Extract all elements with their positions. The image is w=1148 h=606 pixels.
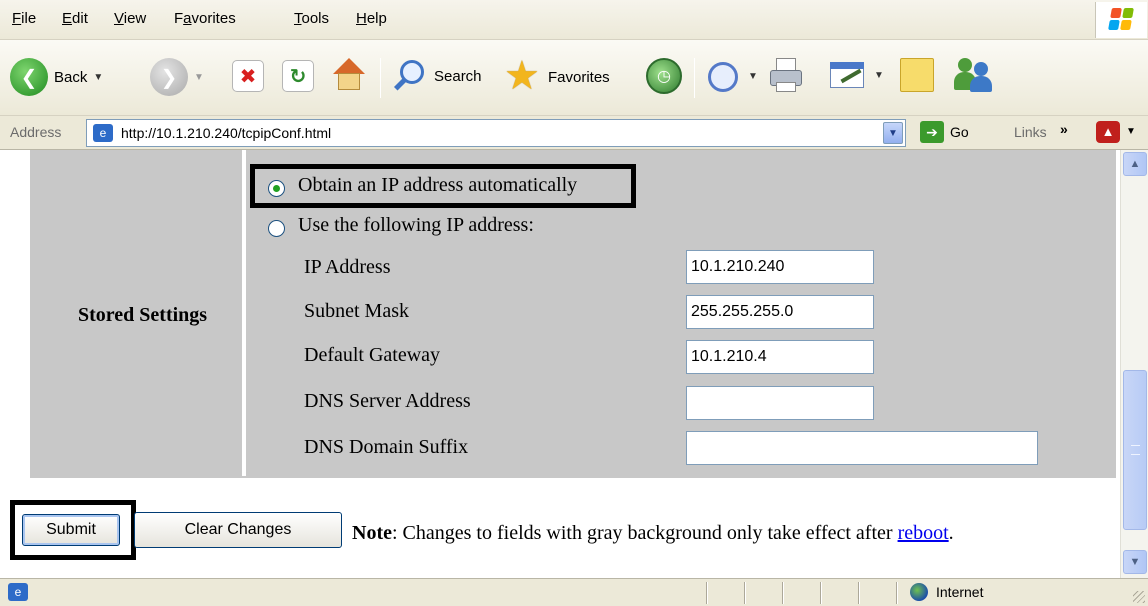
back-button[interactable]: ❮ Back ▼ [10, 58, 103, 96]
ie-page-icon: e [93, 124, 113, 142]
refresh-button[interactable]: ↻ [282, 60, 314, 92]
refresh-icon: ↻ [282, 60, 314, 92]
home-button[interactable] [330, 56, 368, 94]
globe-icon [910, 583, 928, 601]
printer-icon [768, 58, 806, 94]
mail-icon [706, 58, 742, 94]
dns-suffix-label: DNS Domain Suffix [304, 436, 469, 458]
subnet-mask-label: Subnet Mask [304, 300, 409, 322]
default-gateway-input[interactable] [686, 340, 874, 374]
discuss-button[interactable] [900, 58, 934, 92]
note-icon [900, 58, 934, 92]
radio-manual-label[interactable]: Use the following IP address: [298, 214, 534, 237]
chevron-right-icon[interactable]: » [1060, 121, 1068, 137]
reboot-link[interactable]: reboot [898, 522, 949, 544]
forward-button[interactable]: ❯ ▼ [150, 58, 204, 96]
default-gateway-label: Default Gateway [304, 344, 441, 366]
note-body: : Changes to fields with gray background… [391, 522, 898, 544]
menu-file[interactable]: File [12, 10, 36, 27]
page-content: Stored Settings Obtain an IP address aut… [0, 150, 1120, 578]
favorites-label: Favorites [548, 68, 610, 86]
dns-server-label: DNS Server Address [304, 390, 471, 412]
address-bar: Address e http://10.1.210.240/tcpipConf.… [0, 116, 1148, 150]
acrobat-dropdown-icon[interactable]: ▼ [1126, 126, 1136, 137]
back-label: Back [54, 68, 88, 86]
submit-button[interactable]: Submit [22, 514, 120, 546]
print-button[interactable] [768, 58, 806, 94]
ip-address-input[interactable] [686, 250, 874, 284]
dns-suffix-input[interactable] [686, 431, 1038, 465]
address-input[interactable]: e http://10.1.210.240/tcpipConf.html ▼ [86, 119, 906, 147]
stop-button[interactable]: ✖ [232, 60, 264, 92]
address-dropdown-icon[interactable]: ▼ [883, 122, 903, 144]
forward-arrow-icon: ❯ [150, 58, 188, 96]
back-arrow-icon: ❮ [10, 58, 48, 96]
history-button[interactable]: ◷ [646, 58, 682, 94]
subnet-mask-input[interactable] [686, 295, 874, 329]
history-clock-icon: ◷ [646, 58, 682, 94]
star-icon: ★ [504, 54, 540, 98]
edit-page-icon [828, 58, 868, 92]
menu-tools[interactable]: Tools [294, 10, 329, 27]
forward-dropdown-icon[interactable]: ▼ [194, 72, 204, 83]
go-arrow-icon: ➔ [920, 121, 944, 143]
zone-label: Internet [936, 584, 984, 600]
edit-dropdown-icon[interactable]: ▼ [874, 70, 884, 81]
standard-toolbar: ❮ Back ▼ ❯ ▼ ✖ ↻ Search ★ Favorites ◷ ▼ … [0, 40, 1148, 116]
home-icon [330, 56, 368, 94]
stop-icon: ✖ [232, 60, 264, 92]
menu-view[interactable]: View [114, 10, 146, 27]
ip-address-label: IP Address [304, 256, 391, 278]
menu-bar: File Edit View Favorites Tools Help [0, 0, 1148, 40]
scroll-down-icon[interactable]: ▼ [1123, 550, 1147, 574]
messenger-icon [954, 56, 994, 94]
search-button[interactable]: Search [392, 58, 482, 94]
dns-server-input[interactable] [686, 386, 874, 420]
edit-button[interactable]: ▼ [828, 58, 884, 92]
links-label[interactable]: Links [1014, 124, 1047, 140]
scroll-grip-icon [1131, 445, 1140, 455]
search-label: Search [434, 67, 482, 85]
address-url[interactable]: http://10.1.210.240/tcpipConf.html [121, 125, 331, 141]
scroll-up-icon[interactable]: ▲ [1123, 152, 1147, 176]
search-icon [392, 58, 428, 94]
scroll-thumb[interactable] [1123, 370, 1147, 530]
note-text: Note: Changes to fields with gray backgr… [352, 522, 954, 545]
messenger-button[interactable] [954, 56, 994, 94]
stored-settings-label: Stored Settings [78, 304, 208, 326]
radio-use-following[interactable] [268, 220, 285, 237]
favorites-button[interactable]: ★ Favorites [504, 54, 610, 98]
menu-favorites[interactable]: Favorites [174, 10, 236, 27]
section-label-cell: Stored Settings [30, 150, 246, 476]
highlight-box-radio [250, 164, 636, 208]
settings-table: Stored Settings Obtain an IP address aut… [30, 150, 1118, 478]
go-label: Go [950, 124, 969, 140]
back-dropdown-icon[interactable]: ▼ [93, 72, 103, 83]
status-page-icon: e [8, 583, 28, 601]
note-end: . [948, 522, 954, 544]
resize-grip-icon[interactable] [1133, 591, 1145, 603]
mail-button[interactable]: ▼ [706, 58, 758, 94]
mail-dropdown-icon[interactable]: ▼ [748, 71, 758, 82]
menu-edit[interactable]: Edit [62, 10, 88, 27]
acrobat-icon[interactable]: ▲ [1096, 121, 1120, 143]
note-label: Note [352, 522, 392, 544]
windows-logo-icon [1095, 2, 1147, 38]
status-bar: e Internet [0, 578, 1148, 606]
go-button[interactable]: ➔ Go [920, 121, 969, 143]
menu-help[interactable]: Help [356, 10, 387, 27]
clear-changes-button[interactable]: Clear Changes [134, 512, 342, 548]
vertical-scrollbar[interactable]: ▲ ▼ [1120, 150, 1148, 578]
address-label: Address [10, 124, 62, 140]
security-zone: Internet [910, 583, 983, 601]
